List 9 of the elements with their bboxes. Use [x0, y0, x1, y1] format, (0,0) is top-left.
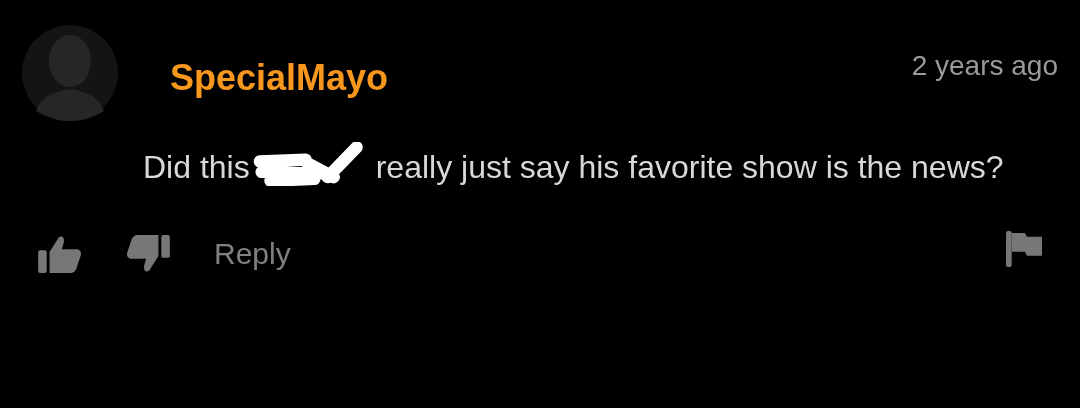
- avatar-icon: [22, 25, 118, 121]
- timestamp: 2 years ago: [911, 50, 1058, 82]
- comment-text: really just say his favorite show is the news?: [375, 149, 1004, 185]
- thumbs-up-icon[interactable]: [38, 235, 82, 273]
- comment-text: Did this: [143, 149, 250, 185]
- thumbs-down-icon[interactable]: [126, 235, 170, 273]
- username[interactable]: SpecialMayo: [170, 57, 389, 99]
- reply-button[interactable]: Reply: [214, 237, 291, 271]
- flag-icon[interactable]: [1006, 231, 1042, 267]
